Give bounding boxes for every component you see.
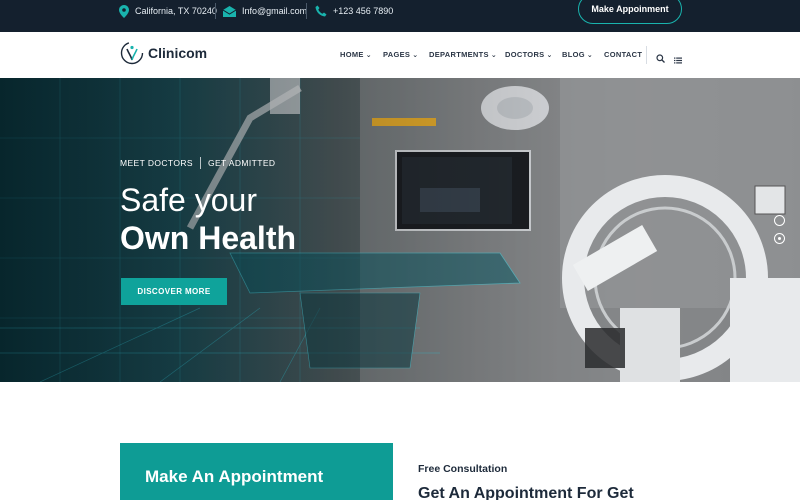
address-text: California, TX 70240 (135, 6, 217, 16)
search-icon (656, 54, 665, 63)
chevron-down-icon: ⌄ (586, 51, 594, 59)
appointment-card: Make An Appointment (120, 443, 393, 500)
email-text[interactable]: Info@gmail.com (242, 6, 307, 16)
nav-item-departments[interactable]: DEPARTMENTS ⌄ (429, 50, 497, 59)
appointment-heading: Get An Appointment For Get (418, 485, 634, 500)
slider-dot-2-active[interactable] (774, 233, 785, 244)
hero-title-line2: Own Health (120, 220, 297, 256)
logo-icon (120, 41, 144, 65)
chevron-down-icon: ⌄ (546, 51, 553, 59)
brand-name: Clinicom (148, 45, 208, 61)
nav-item-pages[interactable]: PAGES ⌄ (383, 50, 418, 59)
nav-item-label: DOCTORS (505, 50, 545, 59)
menu-icon (674, 57, 682, 64)
chevron-down-icon: ⌄ (490, 51, 498, 59)
address-item: California, TX 70240 (119, 0, 217, 22)
phone-text[interactable]: +123 456 7890 (333, 6, 393, 16)
nav-item-home[interactable]: HOME ⌄ (340, 50, 372, 59)
nav-item-label: BLOG (562, 50, 585, 59)
nav-item-label: HOME (340, 50, 364, 59)
topbar-divider (306, 3, 307, 19)
make-appointment-button[interactable]: Make Appoinment (578, 0, 682, 24)
nav-divider (646, 46, 647, 64)
hero-tag-get-admitted[interactable]: GET ADMITTED (208, 158, 275, 168)
menu-button[interactable] (674, 51, 682, 69)
nav-item-blog[interactable]: BLOG ⌄ (562, 50, 593, 59)
email-item[interactable]: Info@gmail.com (223, 0, 307, 22)
top-bar: California, TX 70240 Info@gmail.com +123… (0, 0, 800, 32)
appointment-card-title: Make An Appointment (145, 467, 324, 486)
main-navbar: Clinicom HOME ⌄ PAGES ⌄ DEPARTMENTS ⌄ DO… (0, 32, 800, 78)
chevron-down-icon: ⌄ (412, 51, 419, 59)
chevron-down-icon: ⌄ (365, 51, 372, 59)
hero-banner: MEET DOCTORS GET ADMITTED Safe your Own … (0, 78, 800, 382)
free-consultation-eyebrow: Free Consultation (418, 463, 508, 475)
mail-icon (223, 5, 236, 17)
slider-dot-1[interactable] (774, 215, 785, 226)
nav-item-doctors[interactable]: DOCTORS ⌄ (505, 50, 553, 59)
location-pin-icon (119, 4, 129, 18)
nav-item-contact[interactable]: CONTACT (604, 50, 642, 59)
topbar-divider (215, 3, 216, 19)
hero-tag-meet-doctors[interactable]: MEET DOCTORS (120, 158, 193, 168)
phone-icon (315, 5, 327, 17)
nav-item-label: DEPARTMENTS (429, 50, 489, 59)
nav-item-label: CONTACT (604, 50, 643, 59)
hero-title-line1: Safe your (120, 182, 257, 218)
hero-tag-divider (199, 157, 201, 169)
nav-item-label: PAGES (383, 50, 411, 59)
logo[interactable]: Clinicom (120, 41, 207, 65)
discover-more-button[interactable]: DISCOVER MORE (121, 278, 227, 305)
hero-tags: MEET DOCTORS GET ADMITTED (120, 157, 275, 169)
phone-item[interactable]: +123 456 7890 (315, 0, 393, 22)
search-button[interactable] (656, 50, 665, 68)
